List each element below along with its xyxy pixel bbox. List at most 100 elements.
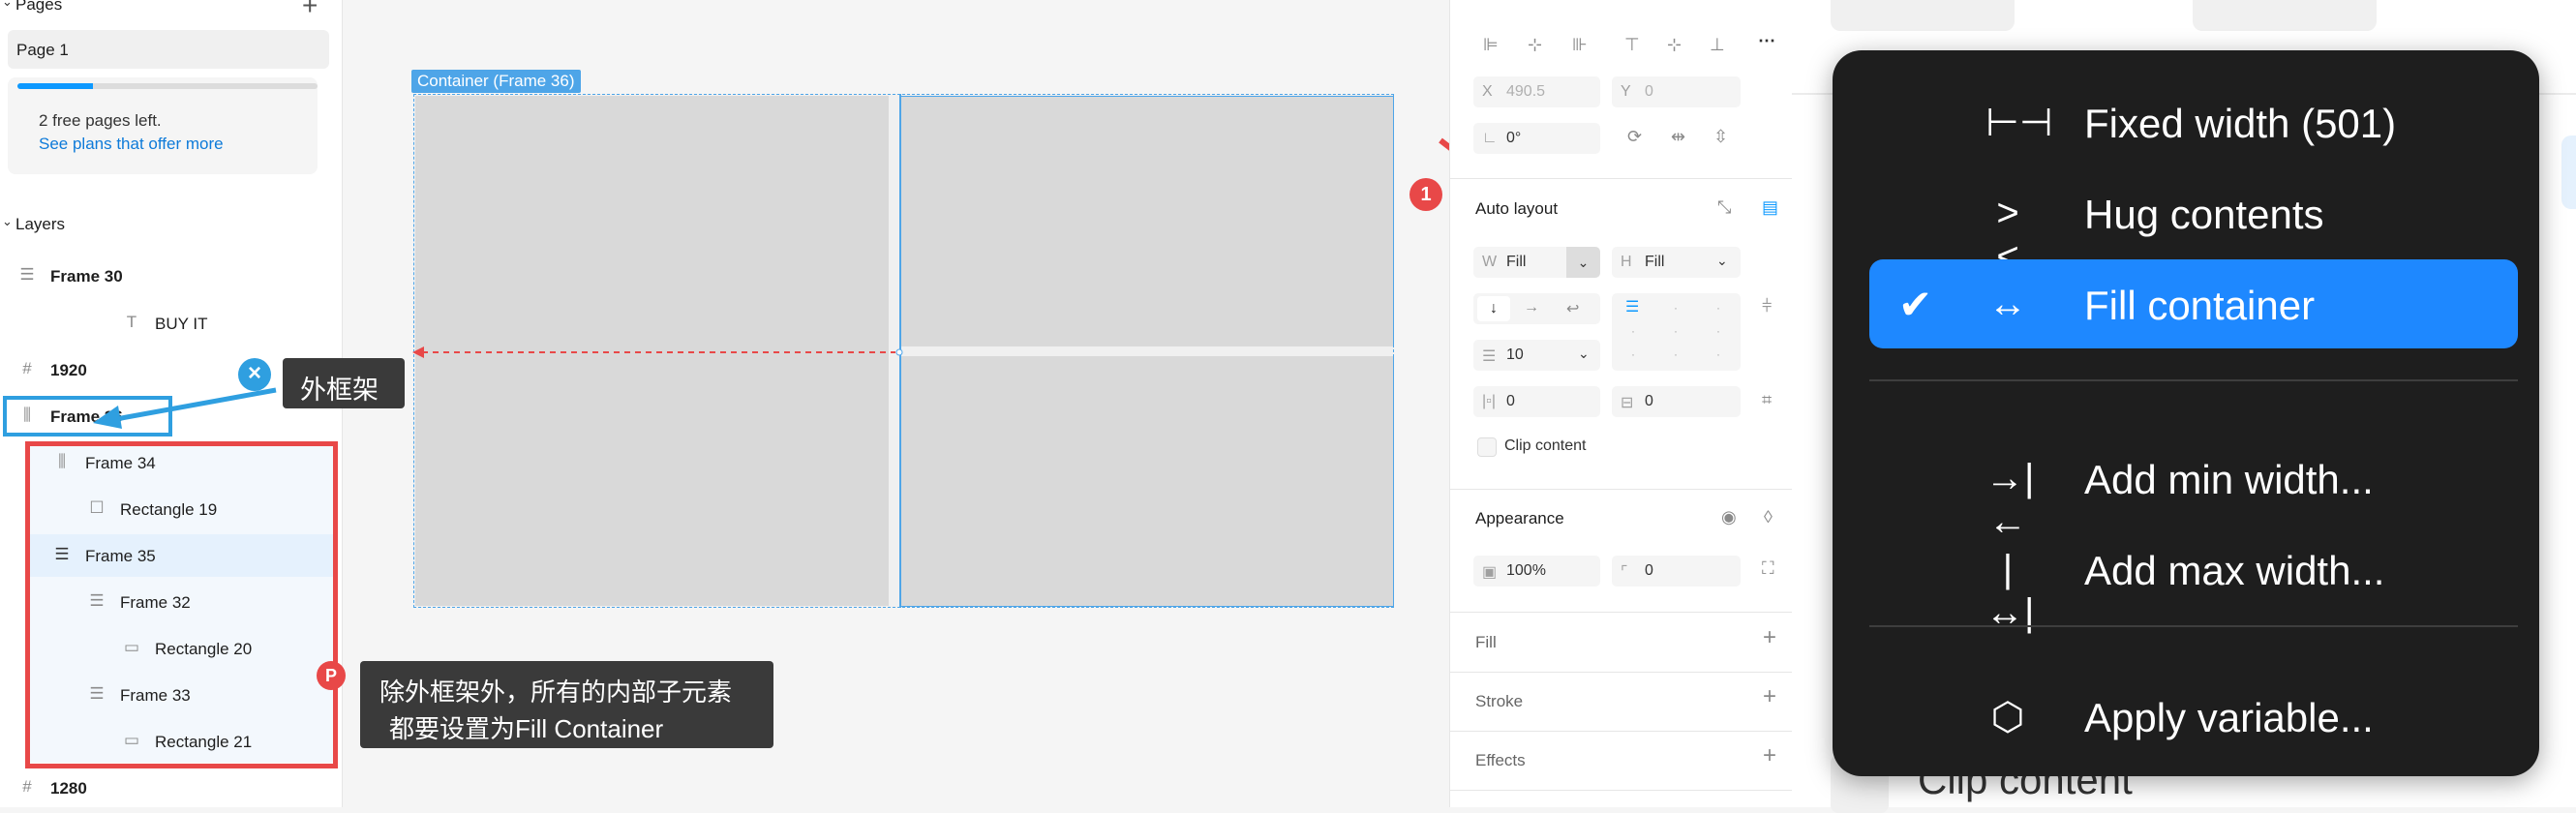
inner-note-callout: 除外框架外，所有的内部子元素 都要设置为Fill Container [360, 661, 773, 748]
align-right-icon[interactable]: ⊪ [1572, 35, 1588, 55]
divider [1450, 489, 1792, 490]
y-position-field[interactable]: Y 0 [1612, 76, 1741, 107]
layout-settings-icon[interactable]: ⫩ [1762, 296, 1772, 316]
menu-item-hug-contents[interactable]: >< Hug contents [1869, 168, 2518, 278]
layer-label: 1920 [50, 361, 87, 379]
gap-field[interactable]: ☰ 10 ⌄ [1473, 340, 1600, 371]
appearance-title: Appearance [1475, 509, 1564, 527]
menu-item-label: Hug contents [2084, 192, 2324, 237]
layers-section-title: Layers [15, 215, 66, 233]
remove-auto-layout-icon[interactable]: ⤡ [1717, 197, 1731, 218]
menu-item-add-min-width[interactable]: →|← Add min width... [1869, 434, 2518, 543]
menu-item-apply-variable[interactable]: ⬡ Apply variable... [1869, 672, 2518, 761]
add-stroke-icon[interactable]: + [1763, 683, 1776, 710]
auto-layout-vertical-icon: ☰ [19, 265, 35, 284]
align-bottom-icon[interactable]: ⊥ [1710, 35, 1725, 55]
auto-layout-settings-icon[interactable]: ▤ [1762, 197, 1778, 218]
rotate-icon[interactable]: ⟳ [1627, 127, 1642, 147]
rotation-field[interactable]: ∟ 0° [1473, 123, 1600, 154]
w-value: Fill [1506, 254, 1527, 270]
outer-frame-arrow [93, 387, 277, 429]
divider [1450, 178, 1792, 179]
menu-item-fixed-width[interactable]: ⊢⊣ Fixed width (501) [1869, 77, 2518, 166]
chevron-down-icon[interactable]: ⌄ [1566, 247, 1600, 278]
menu-item-label: Fixed width (501) [2084, 101, 2397, 146]
chevron-down-icon[interactable]: ⌄ [2, 0, 13, 10]
h-value: Fill [1645, 254, 1665, 270]
menu-separator [1869, 379, 2518, 381]
layers-chevron-icon[interactable]: ⌄ [2, 214, 13, 229]
chevron-down-icon[interactable]: ⌄ [1716, 253, 1728, 269]
divider [1450, 731, 1792, 732]
visibility-eye-icon[interactable]: ◉ [1721, 507, 1737, 527]
stretch-arrow [412, 346, 903, 358]
see-plans-link[interactable]: See plans that offer more [39, 135, 224, 154]
blend-mode-icon[interactable]: ◊ [1764, 507, 1773, 527]
align-top-icon[interactable]: ⊤ [1624, 35, 1640, 55]
individual-padding-icon[interactable]: ⌗ [1762, 390, 1772, 410]
layer-label: 1280 [50, 779, 87, 798]
outer-frame-callout: 外框架 [283, 358, 405, 408]
layer-row-1280[interactable]: # 1280 [0, 767, 342, 809]
pages-usage-fill [17, 83, 93, 89]
outer-frame-callout-text: 外框架 [300, 376, 379, 405]
horizontal-direction-icon[interactable]: → [1524, 299, 1539, 316]
opacity-value: 100% [1506, 562, 1546, 579]
alignment-grid[interactable]: ☰ · · · · · · · · [1612, 293, 1741, 371]
frame-hash-icon: # [22, 777, 32, 796]
flip-horizontal-icon[interactable]: ⇹ [1671, 127, 1685, 147]
menu-item-label: Add max width... [2084, 548, 2385, 593]
corner-radius-icon: ⌜ [1621, 564, 1628, 581]
menu-separator [1869, 625, 2518, 627]
vertical-padding-field[interactable]: ⊟ 0 [1612, 386, 1741, 417]
horizontal-padding-field[interactable]: |▫| 0 [1473, 386, 1600, 417]
individual-corners-icon[interactable]: ⛶ [1762, 558, 1774, 579]
gap-value: 10 [1506, 346, 1524, 363]
flip-vertical-icon[interactable]: ⇳ [1713, 127, 1728, 147]
more-options-icon[interactable]: ⋯ [1758, 31, 1775, 51]
x-position-field[interactable]: X 490.5 [1473, 76, 1600, 107]
add-page-icon[interactable]: + [302, 0, 318, 21]
layer-row-frame-30[interactable]: ☰ Frame 30 [0, 255, 342, 297]
page-item-page-1[interactable]: Page 1 [8, 30, 329, 69]
auto-layout-title: Auto layout [1475, 199, 1559, 218]
width-sizing-field[interactable]: W Fill ⌄ [1473, 247, 1600, 278]
height-sizing-field[interactable]: H Fill ⌄ [1612, 247, 1741, 278]
menu-item-add-max-width[interactable]: |↔| Add max width... [1869, 525, 2518, 634]
align-center-icon[interactable]: ⊹ [1528, 35, 1542, 55]
layer-label: BUY IT [155, 315, 208, 333]
opacity-field[interactable]: ▣ 100% [1473, 556, 1600, 587]
zoomed-button [2561, 136, 2576, 209]
zoomed-field [2193, 0, 2377, 31]
fill-title: Fill [1475, 633, 1497, 651]
rectangle-20[interactable] [900, 96, 1394, 346]
padding-h-value: 0 [1506, 393, 1515, 409]
divider [1450, 790, 1792, 791]
corner-radius-field[interactable]: ⌜ 0 [1612, 556, 1741, 587]
layer-row-buy-it[interactable]: T BUY IT [0, 302, 342, 345]
rectangle-21[interactable] [900, 356, 1394, 607]
frame-label-tag[interactable]: Container (Frame 36) [411, 70, 581, 93]
properties-panel: ⊫ ⊹ ⊪ ⊤ ⊹ ⊥ ⋯ X 490.5 Y 0 ∟ 0° ⟳ ⇹ ⇳ Aut… [1449, 0, 1792, 807]
free-pages-text: 2 free pages left. [39, 111, 162, 130]
check-icon: ✔ [1898, 282, 1933, 327]
menu-item-fill-container[interactable]: ✔ ↔ Fill container [1869, 259, 2518, 348]
direction-toggle[interactable]: ↓ → ↩ [1473, 293, 1600, 324]
chevron-down-icon[interactable]: ⌄ [1578, 346, 1590, 362]
vertical-direction-icon[interactable]: ↓ [1477, 296, 1510, 321]
menu-item-label: Add min width... [2084, 457, 2374, 502]
add-fill-icon[interactable]: + [1763, 624, 1776, 651]
menu-item-label: Fill container [2084, 283, 2316, 328]
align-dot-icon: · [1716, 347, 1720, 361]
vertical-padding-icon: ⊟ [1621, 395, 1634, 411]
align-dot-icon: · [1674, 347, 1678, 361]
gap-icon: ☰ [1482, 348, 1497, 365]
align-middle-icon[interactable]: ⊹ [1667, 35, 1682, 55]
pages-usage-bar [17, 83, 318, 89]
add-effects-icon[interactable]: + [1763, 742, 1776, 769]
clip-content-checkbox[interactable] [1477, 437, 1497, 457]
align-left-icon[interactable]: ⊫ [1483, 35, 1499, 55]
wrap-direction-icon[interactable]: ↩ [1566, 299, 1579, 318]
inner-note-line-1: 除外框架外，所有的内部子元素 [379, 678, 733, 707]
x-value: 490.5 [1506, 83, 1546, 100]
